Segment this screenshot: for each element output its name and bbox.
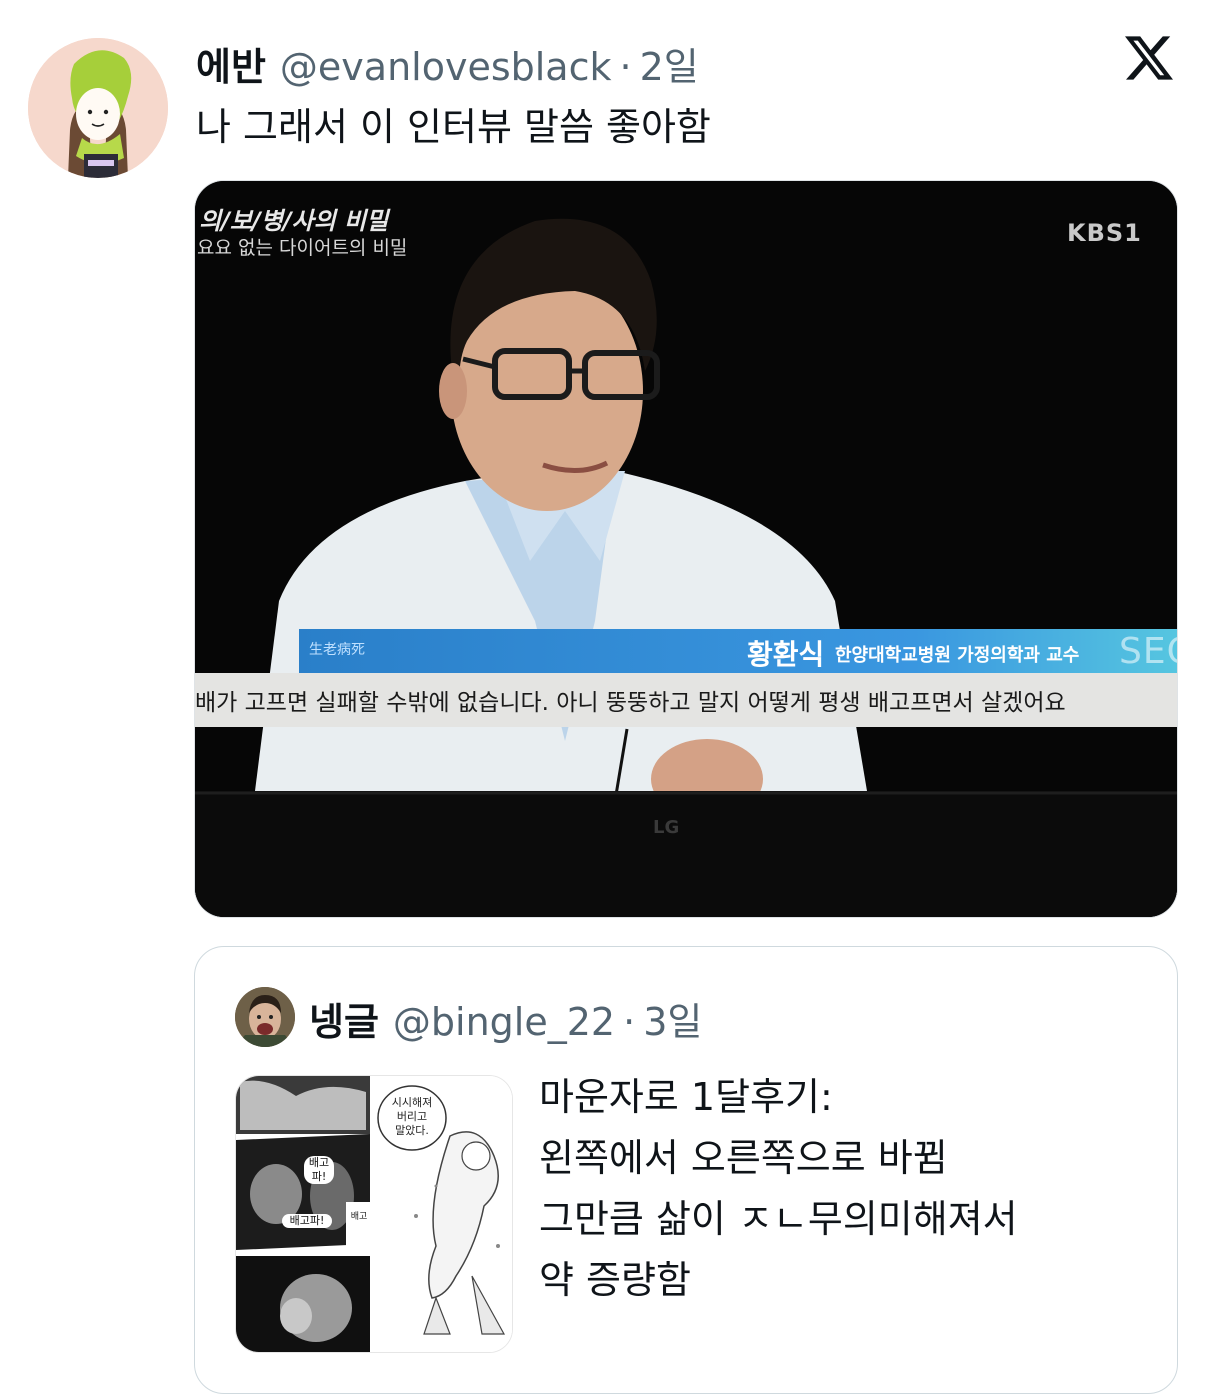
quoted-avatar-photo [235,987,295,1047]
tweet-media-image[interactable]: 의/보/병/사의 비밀 요요 없는 다이어트의 비밀 KBS1 生老病死 황환식… [194,180,1178,918]
author-handle[interactable]: @evanlovesblack [280,45,612,89]
tweet-timestamp[interactable]: 2일 [640,36,699,91]
program-subtitle: 요요 없는 다이어트의 비밀 [197,237,408,259]
tv-brand-logo: LG [653,817,680,838]
quoted-tweet-header: 넹글 @bingle_22 · 3일 [309,991,702,1046]
quoted-media-thumbnail[interactable]: 시시해져 버리고 말았다. 배고 파! 배고파! 배고 [235,1075,513,1353]
lower-third-tag: 生老病死 [309,642,365,658]
media-scene [195,181,1177,917]
caption-text: 배가 고프면 실패할 수밖에 없습니다. 아니 뚱뚱하고 말지 어떻게 평생 배… [195,690,1066,716]
manga-bubble-left-3: 배고 [350,1212,368,1222]
separator-dot: · [619,45,632,89]
author-name[interactable]: 에반 [196,36,266,91]
caption-band: 배가 고프면 실패할 수밖에 없습니다. 아니 뚱뚱하고 말지 어떻게 평생 배… [195,673,1177,727]
manga-bubble-left-2: 배고파! [282,1214,332,1228]
channel-logo: KBS1 [1067,219,1142,247]
quoted-author-name[interactable]: 넹글 [309,991,379,1046]
watermark-text: SECRET [1119,631,1177,672]
x-logo-icon[interactable] [1124,34,1174,82]
avatar-illustration [28,38,168,178]
tweet-text: 나 그래서 이 인터뷰 말씀 좋아함 [196,105,711,149]
quoted-author-avatar[interactable] [235,987,295,1047]
manga-bubble-right: 시시해져 버리고 말았다. [391,1096,433,1137]
manga-bubble-left-1: 배고 파! [304,1156,334,1184]
quoted-text-line: 왼쪽에서 오른쪽으로 바뀜 [539,1136,948,1180]
quoted-text-line: 약 증량함 [539,1258,691,1302]
program-title: 의/보/병/사의 비밀 [199,207,389,235]
speaker-role: 한양대학교병원 가정의학과 교수 [835,645,1080,666]
quoted-text-line: 그만큼 삶이 ㅈㄴ무의미해져서 [539,1197,1018,1241]
separator-dot: · [623,1000,636,1044]
quoted-tweet-timestamp[interactable]: 3일 [643,991,702,1046]
manga-panels [236,1076,512,1352]
quoted-text-line: 마운자로 1달후기: [539,1075,833,1119]
quoted-tweet[interactable]: 넹글 @bingle_22 · 3일 시시해져 버리고 말았다. 배고 파! 배… [194,946,1178,1394]
tweet-header: 에반 @evanlovesblack · 2일 [196,36,699,89]
author-avatar[interactable] [28,38,168,178]
quoted-author-handle[interactable]: @bingle_22 [393,1000,615,1044]
speaker-name: 황환식 [747,638,825,671]
lower-third-bar: 生老病死 황환식 한양대학교병원 가정의학과 교수 SECRET [299,629,1177,673]
quoted-tweet-text: 마운자로 1달후기: 왼쪽에서 오른쪽으로 바뀜 그만큼 삶이 ㅈㄴ무의미해져서… [539,1067,1018,1311]
